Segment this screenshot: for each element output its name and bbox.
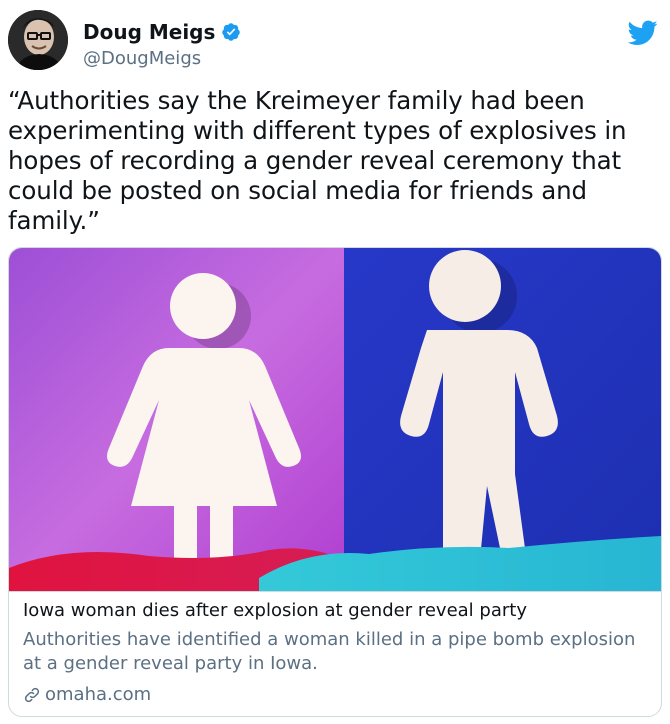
- author-handle[interactable]: @DougMeigs: [83, 48, 201, 69]
- link-icon: [24, 687, 40, 702]
- twitter-bird-icon[interactable]: [628, 20, 658, 46]
- card-domain-row[interactable]: omaha.com: [23, 684, 151, 705]
- card-body[interactable]: Iowa woman dies after explosion at gende…: [9, 591, 661, 716]
- verified-badge-icon: [222, 23, 241, 41]
- card-domain: omaha.com: [45, 684, 152, 705]
- author-name[interactable]: Doug Meigs: [83, 20, 215, 44]
- author-name-row: Doug Meigs: [83, 20, 241, 44]
- gender-figures-image[interactable]: [9, 248, 661, 591]
- tweet-text: “Authorities say the Kreimeyer family ha…: [8, 86, 627, 235]
- tweet-header: Doug Meigs @DougMeigs: [8, 8, 662, 72]
- card-description: Authorities have identified a woman kill…: [23, 629, 636, 674]
- card-title[interactable]: Iowa woman dies after explosion at gende…: [23, 600, 527, 621]
- avatar[interactable]: [8, 10, 68, 70]
- tweet: Doug Meigs @DougMeigs “Authorities say t…: [0, 0, 670, 724]
- link-card[interactable]: Iowa woman dies after explosion at gende…: [8, 247, 662, 717]
